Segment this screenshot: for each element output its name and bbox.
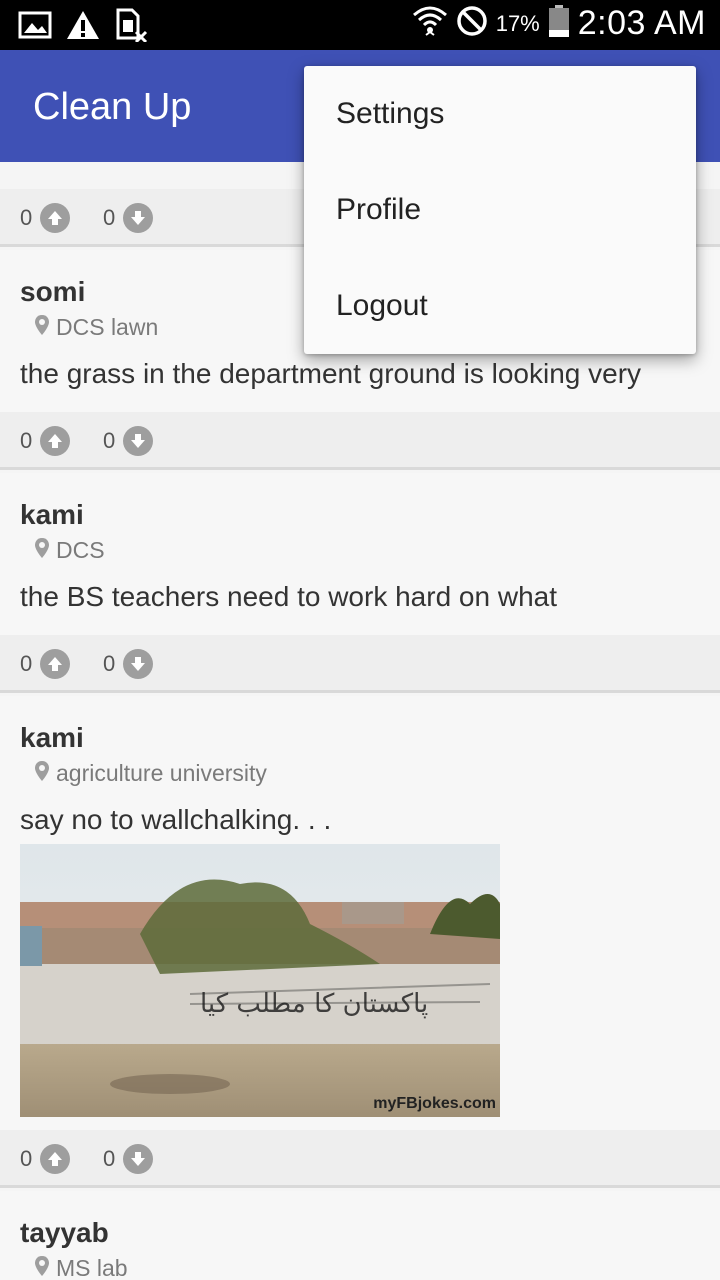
upvote-group[interactable]: 0 xyxy=(20,649,71,679)
post-location: MS lab xyxy=(34,1255,128,1280)
post-location-label: MS lab xyxy=(56,1255,128,1280)
upvote-icon[interactable] xyxy=(40,649,71,679)
post-text: the BS teachers need to work hard on wha… xyxy=(20,581,557,612)
downvote-count: 0 xyxy=(103,651,116,676)
battery-icon xyxy=(548,4,570,43)
location-pin-icon xyxy=(34,314,50,341)
post-username: somi xyxy=(20,276,86,307)
post-location-label: agriculture university xyxy=(56,760,267,786)
downvote-icon[interactable] xyxy=(123,203,154,233)
menu-item-profile[interactable]: Profile xyxy=(304,162,696,258)
menu-item-logout[interactable]: Logout xyxy=(304,258,696,354)
system-status: 17% 2:03 AM xyxy=(412,4,706,43)
downvote-icon[interactable] xyxy=(123,1144,154,1174)
post-text: the grass in the department ground is lo… xyxy=(20,358,642,389)
post-card[interactable]: kami DCS the BS teachers need to work ha… xyxy=(0,473,720,635)
upvote-icon[interactable] xyxy=(40,1144,71,1174)
app-title: Clean Up xyxy=(33,86,192,128)
post-text: say no to wallchalking. . . xyxy=(20,804,332,835)
menu-item-settings[interactable]: Settings xyxy=(304,66,696,162)
downvote-icon[interactable] xyxy=(123,426,154,456)
post-username: kami xyxy=(20,722,84,753)
downvote-count: 0 xyxy=(103,205,116,230)
downvote-icon[interactable] xyxy=(123,649,154,679)
upvote-group[interactable]: 0 xyxy=(20,1144,71,1174)
post-photo[interactable]: ﭘﺎﮐﺴﺘﺎﻥ ﮐﺎ ﻣﻄﻠﺐ ﮐﯿﺎ myFBjokes.com xyxy=(20,844,500,1117)
upvote-icon[interactable] xyxy=(40,426,71,456)
status-time: 2:03 AM xyxy=(577,4,706,42)
vote-bar: 0 0 xyxy=(0,1130,720,1188)
upvote-icon[interactable] xyxy=(40,203,71,233)
location-pin-icon xyxy=(34,1255,50,1280)
upvote-group[interactable]: 0 xyxy=(20,426,71,456)
no-sim-icon xyxy=(114,8,148,47)
svg-text:ﭘﺎﮐﺴﺘﺎﻥ ﮐﺎ ﻣﻄﻠﺐ ﮐﯿﺎ: ﭘﺎﮐﺴﺘﺎﻥ ﮐﺎ ﻣﻄﻠﺐ ﮐﯿﺎ xyxy=(200,989,428,1019)
downvote-count: 0 xyxy=(103,1146,116,1171)
upvote-count: 0 xyxy=(20,1146,33,1171)
downvote-count: 0 xyxy=(103,428,116,453)
downvote-group[interactable]: 0 xyxy=(103,649,154,679)
upvote-count: 0 xyxy=(20,651,33,676)
image-watermark: myFBjokes.com xyxy=(373,1095,496,1112)
blocked-icon xyxy=(456,5,488,42)
post-username: kami xyxy=(20,499,84,530)
status-bar: 17% 2:03 AM xyxy=(0,0,720,50)
post-location: DCS xyxy=(34,537,105,564)
vote-bar: 0 0 xyxy=(0,412,720,470)
downvote-group[interactable]: 0 xyxy=(103,203,154,233)
menu-item-label: Profile xyxy=(336,193,422,226)
vote-bar: 0 0 xyxy=(0,635,720,693)
warning-icon xyxy=(66,9,100,46)
post-location-label: DCS xyxy=(56,537,105,563)
wifi-icon xyxy=(412,5,448,42)
upvote-count: 0 xyxy=(20,205,33,230)
battery-percent: 17% xyxy=(495,10,540,36)
notification-icons xyxy=(18,8,148,47)
post-location: DCS lawn xyxy=(34,314,158,341)
post-card[interactable]: kami agriculture university say no to wa… xyxy=(0,696,720,1130)
post-location: agriculture university xyxy=(34,760,267,787)
menu-item-label: Logout xyxy=(336,289,428,322)
upvote-count: 0 xyxy=(20,428,33,453)
gallery-icon xyxy=(18,10,52,45)
post-location-label: DCS lawn xyxy=(56,314,159,340)
post-username: tayyab xyxy=(20,1217,109,1248)
location-pin-icon xyxy=(34,537,50,564)
downvote-group[interactable]: 0 xyxy=(103,1144,154,1174)
upvote-group[interactable]: 0 xyxy=(20,203,71,233)
downvote-group[interactable]: 0 xyxy=(103,426,154,456)
location-pin-icon xyxy=(34,760,50,787)
overflow-menu: Settings Profile Logout xyxy=(304,66,696,354)
post-card[interactable]: tayyab MS lab xyxy=(0,1191,720,1280)
menu-item-label: Settings xyxy=(336,97,445,130)
